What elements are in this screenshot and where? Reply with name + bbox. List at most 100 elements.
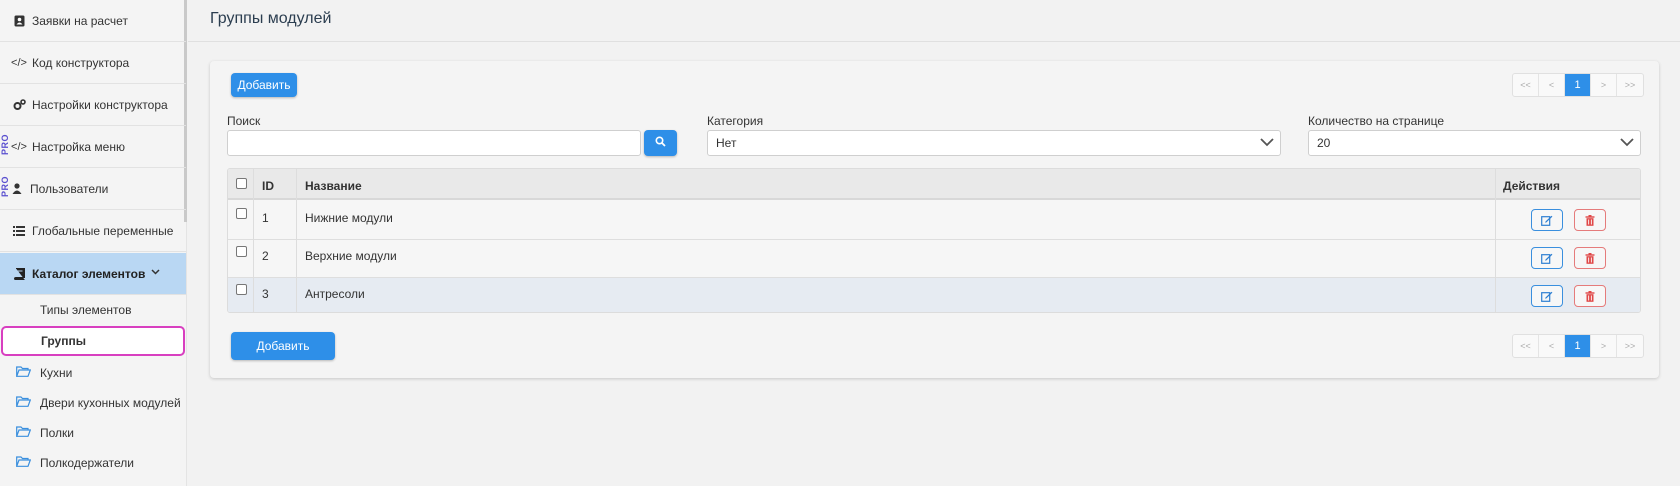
sidebar-item-users[interactable]: PRO Пользователи xyxy=(0,168,186,210)
sidebar-item-catalog[interactable]: Каталог элементов xyxy=(0,253,186,295)
row-id: 1 xyxy=(262,211,269,225)
sidebar-folder-label: Кухни xyxy=(40,366,73,380)
code-icon: </> xyxy=(11,56,27,69)
add-button[interactable]: Добавить xyxy=(231,73,297,97)
trash-icon xyxy=(1585,214,1595,226)
column-header-id: ID xyxy=(262,179,274,193)
add-button-bottom[interactable]: Добавить xyxy=(231,332,335,360)
address-card-icon xyxy=(12,15,26,27)
sidebar-folder-label: Полкодержатели xyxy=(40,456,134,470)
code-icon: </> xyxy=(11,140,27,153)
book-icon xyxy=(12,267,26,280)
chevron-down-icon[interactable] xyxy=(151,267,160,278)
delete-button[interactable] xyxy=(1574,285,1606,307)
sidebar-item-requests[interactable]: Заявки на расчет xyxy=(0,0,186,42)
pro-badge: PRO xyxy=(0,134,10,156)
sidebar-folder-label: Полки xyxy=(40,426,74,440)
column-header-actions: Действия xyxy=(1503,179,1561,193)
page-title: Группы модулей xyxy=(210,10,332,27)
pagination-top: << < 1 > >> xyxy=(1512,73,1644,97)
sidebar-subitem-groups[interactable]: Группы xyxy=(1,326,185,356)
sidebar-folder-shelves[interactable]: Полки xyxy=(0,419,186,447)
sidebar-item-constructor-code[interactable]: </> Код конструктора xyxy=(0,42,186,84)
per-page-select[interactable]: 20 xyxy=(1308,130,1641,156)
sidebar-item-constructor-settings[interactable]: Настройки конструктора xyxy=(0,84,186,126)
sidebar-folder-label: Двери кухонных модулей xyxy=(40,396,181,410)
edit-icon xyxy=(1541,253,1553,264)
column-divider xyxy=(253,169,254,312)
table-row: 3 Антресоли xyxy=(228,278,1640,312)
column-divider xyxy=(1495,169,1496,312)
search-button[interactable] xyxy=(644,130,677,156)
pager-prev[interactable]: < xyxy=(1539,74,1565,96)
folder-open-icon xyxy=(15,396,32,410)
pager-prev[interactable]: < xyxy=(1539,335,1565,357)
delete-button[interactable] xyxy=(1574,247,1606,269)
search-label: Поиск xyxy=(227,114,261,128)
pager-last[interactable]: >> xyxy=(1617,74,1643,96)
sidebar-item-label: Заявки на расчет xyxy=(32,13,128,28)
delete-button[interactable] xyxy=(1574,209,1606,231)
row-name: Антресоли xyxy=(305,287,365,301)
pager-current[interactable]: 1 xyxy=(1565,74,1591,96)
sidebar-item-label: Настройка меню xyxy=(32,139,125,154)
sidebar-folder-shelf-holders[interactable]: Полкодержатели xyxy=(0,449,186,477)
column-divider xyxy=(296,169,297,312)
chevron-down-icon xyxy=(1260,136,1274,148)
chevron-down-icon xyxy=(1620,136,1634,148)
table-row: 1 Нижние модули xyxy=(228,202,1640,240)
folder-open-icon xyxy=(15,456,32,470)
sidebar-folder-kitchen-module-doors[interactable]: Двери кухонных модулей xyxy=(0,389,186,417)
pager-first[interactable]: << xyxy=(1513,335,1539,357)
edit-icon xyxy=(1541,215,1553,226)
pagination-bottom: << < 1 > >> xyxy=(1512,334,1644,358)
sidebar-folder-kitchens[interactable]: Кухни xyxy=(0,359,186,387)
edit-button[interactable] xyxy=(1531,247,1563,269)
sidebar-item-label: Настройки конструктора xyxy=(32,97,168,112)
trash-icon xyxy=(1585,290,1595,302)
pager-current[interactable]: 1 xyxy=(1565,335,1591,357)
folder-open-icon xyxy=(15,426,32,440)
row-checkbox[interactable] xyxy=(236,284,247,295)
select-all-checkbox[interactable] xyxy=(236,178,247,189)
pager-next[interactable]: > xyxy=(1591,335,1617,357)
row-name: Нижние модули xyxy=(305,211,393,225)
sidebar-item-label: Пользователи xyxy=(30,181,109,196)
table-row: 2 Верхние модули xyxy=(228,240,1640,278)
edit-button[interactable] xyxy=(1531,285,1563,307)
table-header xyxy=(228,169,1640,200)
sidebar-item-label: Каталог элементов xyxy=(32,266,146,281)
edit-icon xyxy=(1541,291,1553,302)
list-icon xyxy=(12,225,26,236)
row-id: 2 xyxy=(262,249,269,263)
row-checkbox[interactable] xyxy=(236,246,247,257)
sidebar-item-label: Код конструктора xyxy=(32,55,130,70)
search-icon xyxy=(655,136,666,150)
column-header-name: Название xyxy=(305,179,362,193)
search-input[interactable] xyxy=(227,130,641,156)
sidebar: Заявки на расчет </> Код конструктора На… xyxy=(0,0,187,486)
sidebar-item-global-variables[interactable]: Глобальные переменные xyxy=(0,210,186,252)
pager-last[interactable]: >> xyxy=(1617,335,1643,357)
pager-next[interactable]: > xyxy=(1591,74,1617,96)
category-value: Нет xyxy=(716,136,737,150)
row-id: 3 xyxy=(262,287,269,301)
category-label: Категория xyxy=(707,114,764,128)
user-icon xyxy=(10,183,24,194)
row-name: Верхние модули xyxy=(305,249,397,263)
sidebar-item-menu-settings[interactable]: PRO </> Настройка меню xyxy=(0,126,186,168)
per-page-value: 20 xyxy=(1317,136,1331,150)
per-page-label: Количество на странице xyxy=(1308,114,1444,128)
sidebar-item-label: Глобальные переменные xyxy=(32,223,174,238)
cogs-icon xyxy=(12,98,26,111)
category-select[interactable]: Нет xyxy=(707,130,1281,156)
edit-button[interactable] xyxy=(1531,209,1563,231)
page-header: Группы модулей xyxy=(188,0,1680,42)
row-checkbox[interactable] xyxy=(236,208,247,219)
trash-icon xyxy=(1585,252,1595,264)
sidebar-subitem-element-types[interactable]: Типы элементов xyxy=(0,295,186,325)
folder-open-icon xyxy=(15,366,32,380)
pager-first[interactable]: << xyxy=(1513,74,1539,96)
groups-table: ID Название Действия 1 Нижние модули 2 В… xyxy=(227,168,1641,313)
pro-badge: PRO xyxy=(0,176,10,198)
